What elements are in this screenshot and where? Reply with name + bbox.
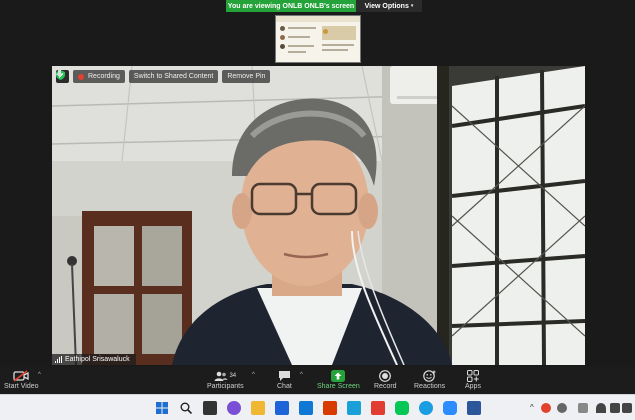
switch-to-shared-content-label: Switch to Shared Content [133, 73, 214, 80]
thumbnail-avatar [323, 29, 328, 34]
share-screen-icon [331, 370, 346, 382]
acrobat-icon[interactable] [371, 401, 385, 415]
shared-screen-thumbnail[interactable] [275, 15, 361, 63]
participants-label: Participants [207, 383, 244, 390]
participants-options-caret[interactable]: ^ [252, 372, 255, 378]
reactions-button[interactable]: Reactions [414, 369, 445, 390]
participants-icon [214, 371, 228, 381]
thumbnail-avatar [280, 26, 285, 31]
view-options-button[interactable]: View Options ▾ [356, 0, 422, 12]
participant-video[interactable]: Recording Switch to Shared Content Remov… [52, 66, 585, 365]
chat-button[interactable]: Chat [277, 369, 292, 390]
start-video-button[interactable]: Start Video [4, 369, 39, 390]
share-screen-button[interactable]: Share Screen [317, 369, 360, 390]
thumbnail-line [288, 36, 310, 38]
record-button[interactable]: Record [374, 369, 397, 390]
signal-bars-icon [55, 356, 62, 363]
tray-keyboard-icon[interactable] [578, 403, 588, 413]
thumbnail-avatar [280, 44, 285, 49]
meeting-toolbar: Start Video ^ 34 Participants ^ Chat ^ S… [0, 367, 635, 394]
line-icon[interactable] [395, 401, 409, 415]
thumbnail-line [288, 27, 316, 29]
thumbnail-line [322, 49, 348, 51]
office-icon[interactable] [323, 401, 337, 415]
video-frame-illustration [52, 66, 585, 365]
chevron-down-icon: ▾ [410, 3, 414, 9]
battery-icon[interactable] [622, 403, 632, 413]
apps-label: Apps [465, 383, 481, 390]
reactions-smiley-icon [423, 370, 436, 382]
teams-chat-icon[interactable] [227, 401, 241, 415]
remove-pin-label: Remove Pin [227, 73, 266, 80]
zoom-meeting-window: You are viewing ONLB ONLB's screen View … [0, 0, 635, 420]
start-video-options-caret[interactable]: ^ [38, 372, 41, 378]
participants-button[interactable]: 34 Participants [207, 369, 244, 390]
chat-icon [278, 371, 290, 381]
word-icon[interactable] [467, 401, 481, 415]
thumbnail-line [322, 44, 354, 46]
recording-indicator[interactable]: Recording [73, 70, 125, 83]
recording-dot-icon [78, 73, 84, 80]
task-view-icon[interactable] [203, 401, 217, 415]
search-icon[interactable] [179, 401, 193, 415]
mail-icon[interactable] [299, 401, 313, 415]
remove-pin-button[interactable]: Remove Pin [56, 70, 271, 83]
thumbnail-line [288, 45, 314, 47]
windows-taskbar: ^ [0, 394, 635, 420]
thumbnail-titlebar [276, 16, 360, 22]
zoom-icon[interactable] [443, 401, 457, 415]
wifi-icon[interactable] [596, 403, 606, 413]
app-icon[interactable] [347, 401, 361, 415]
edge-icon[interactable] [419, 401, 433, 415]
viewing-banner-text: You are viewing ONLB ONLB's screen [226, 0, 356, 12]
participant-name-tag: Eathipol Srisawaluck [52, 354, 136, 365]
windows-logo-icon [156, 402, 168, 414]
viewing-banner: You are viewing ONLB ONLB's screen View … [226, 0, 422, 12]
record-label: Record [374, 383, 397, 390]
record-icon [379, 370, 392, 382]
dropbox-icon[interactable] [275, 401, 289, 415]
windows-start-icon[interactable] [155, 401, 169, 415]
view-options-label: View Options [364, 2, 409, 10]
apps-button[interactable]: Apps [465, 369, 481, 390]
recording-label: Recording [88, 73, 120, 80]
tray-app-icon[interactable] [541, 403, 551, 413]
switch-to-shared-content-button[interactable]: Switch to Shared Content [56, 70, 219, 83]
share-screen-label: Share Screen [317, 383, 360, 390]
file-explorer-icon[interactable] [251, 401, 265, 415]
video-off-icon [13, 370, 29, 382]
thumbnail-line [288, 51, 306, 53]
volume-icon[interactable] [610, 403, 620, 413]
start-video-label: Start Video [4, 383, 39, 390]
tray-overflow-chevron[interactable]: ^ [530, 403, 534, 412]
participant-name: Eathipol Srisawaluck [65, 356, 130, 363]
magnifier-icon [180, 402, 192, 414]
apps-icon [466, 370, 479, 382]
chat-label: Chat [277, 383, 292, 390]
chat-options-caret[interactable]: ^ [300, 372, 303, 378]
recording-controls: Recording Switch to Shared Content Remov… [56, 70, 271, 83]
reactions-label: Reactions [414, 383, 446, 390]
pin-icon [56, 70, 63, 78]
participants-count: 34 [229, 373, 237, 379]
tray-app-icon[interactable] [557, 403, 567, 413]
thumbnail-avatar [280, 35, 285, 40]
